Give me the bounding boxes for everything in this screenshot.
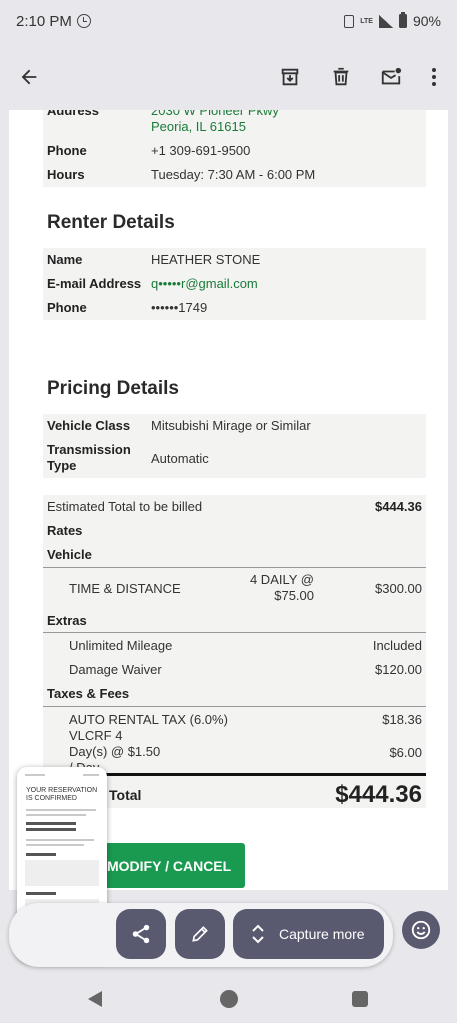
status-time: 2:10 PM bbox=[16, 13, 72, 30]
estimated-total-label: Estimated Total to be billed bbox=[47, 499, 203, 514]
thumb-line bbox=[26, 839, 94, 841]
battery-percent: 90% bbox=[412, 13, 441, 29]
nav-back-icon[interactable] bbox=[88, 991, 102, 1007]
estimated-total-value: $444.36 bbox=[375, 499, 422, 514]
mail-unread-icon bbox=[381, 67, 402, 85]
thumb-line bbox=[26, 853, 56, 856]
thumb-status bbox=[83, 774, 99, 776]
archive-button[interactable] bbox=[277, 64, 303, 90]
nav-home-icon[interactable] bbox=[220, 990, 238, 1008]
renter-phone-value: ••••••1749 bbox=[151, 300, 208, 315]
emoji-button[interactable] bbox=[402, 911, 440, 949]
thumb-line bbox=[26, 814, 86, 816]
divider bbox=[43, 632, 426, 633]
hours-label: Hours bbox=[47, 167, 85, 182]
battery-icon bbox=[398, 12, 407, 28]
pricing-details-title: Pricing Details bbox=[47, 378, 179, 399]
thumb-line bbox=[26, 828, 76, 831]
capture-more-label: Capture more bbox=[279, 926, 365, 942]
thumb-line bbox=[26, 822, 76, 825]
nav-recents-icon[interactable] bbox=[352, 991, 368, 1007]
share-button[interactable] bbox=[116, 909, 166, 959]
thumb-line bbox=[26, 844, 84, 846]
lte-icon: LTE bbox=[360, 17, 373, 25]
system-nav-bar bbox=[0, 975, 457, 1023]
thumb-status bbox=[25, 774, 45, 776]
renter-email-label: E-mail Address bbox=[47, 276, 142, 291]
divider bbox=[43, 706, 426, 707]
total-value: $444.36 bbox=[335, 781, 422, 808]
thumb-line bbox=[26, 809, 96, 811]
auto-tax-row: AUTO RENTAL TAX (6.0%) $18.36 bbox=[43, 712, 426, 727]
auto-tax-label: AUTO RENTAL TAX (6.0%) bbox=[69, 712, 228, 727]
taxes-fees-label: Taxes & Fees bbox=[47, 686, 130, 701]
modify-cancel-button[interactable]: MODIFY / CANCEL bbox=[105, 843, 245, 888]
smiley-icon bbox=[411, 920, 431, 940]
renter-email-value[interactable]: q•••••r@gmail.com bbox=[151, 276, 422, 291]
share-icon bbox=[132, 924, 150, 944]
transmission-value: Automatic bbox=[151, 450, 209, 466]
mark-unread-button[interactable] bbox=[378, 64, 404, 90]
archive-icon bbox=[281, 68, 299, 86]
waiver-row: Damage Waiver $120.00 bbox=[43, 662, 426, 677]
more-options-button[interactable] bbox=[421, 64, 447, 90]
mileage-row: Unlimited Mileage Included bbox=[43, 638, 426, 653]
capture-more-button[interactable]: Capture more bbox=[233, 909, 384, 959]
divider bbox=[43, 567, 426, 568]
trash-icon bbox=[333, 67, 349, 86]
vehicle-details: Vehicle Class Mitsubishi Mirage or Simil… bbox=[43, 414, 426, 478]
vlcrf-row: VLCRF 4 Day(s) @ $1.50 / Day $6.00 bbox=[43, 728, 426, 775]
renter-name-label: Name bbox=[47, 252, 83, 267]
time-distance-label: TIME & DISTANCE bbox=[69, 580, 181, 596]
back-button[interactable] bbox=[16, 64, 42, 90]
vehicle-label: Vehicle bbox=[47, 547, 92, 562]
rates-label: Rates bbox=[47, 523, 83, 538]
location-phone-value[interactable]: +1 309-691-9500 bbox=[151, 143, 422, 158]
thumb-title: YOUR RESERVATION IS CONFIRMED bbox=[26, 787, 98, 802]
location-phone-label: Phone bbox=[47, 143, 87, 158]
delete-button[interactable] bbox=[328, 64, 354, 90]
pricing-table: Estimated Total to be billed $444.36 Rat… bbox=[43, 495, 426, 808]
alarm-icon bbox=[77, 14, 91, 28]
status-bar: 2:10 PM LTE 90% bbox=[0, 0, 457, 44]
more-vert-icon bbox=[432, 68, 436, 86]
mileage-label: Unlimited Mileage bbox=[69, 638, 173, 653]
arrow-left-icon bbox=[21, 69, 37, 85]
vibrate-icon bbox=[344, 14, 355, 28]
vlcrf-value: $6.00 bbox=[389, 744, 422, 760]
time-distance-value: $300.00 bbox=[375, 580, 422, 596]
waiver-value: $120.00 bbox=[375, 662, 422, 677]
thumb-block bbox=[25, 860, 99, 886]
status-icons: LTE 90% bbox=[344, 12, 441, 29]
address-value[interactable]: 2030 W Pioneer Pkwy Peoria, IL 61615 bbox=[151, 110, 422, 135]
location-details: Address 2030 W Pioneer Pkwy Peoria, IL 6… bbox=[43, 110, 426, 187]
thumb-line bbox=[26, 892, 56, 895]
hours-value: Tuesday: 7:30 AM - 6:00 PM bbox=[151, 167, 316, 182]
edit-button[interactable] bbox=[175, 909, 225, 959]
expand-vertical-icon bbox=[252, 924, 264, 944]
renter-phone-label: Phone bbox=[47, 300, 87, 315]
waiver-label: Damage Waiver bbox=[69, 662, 162, 677]
signal-icon bbox=[378, 14, 393, 28]
vehicle-class-label: Vehicle Class bbox=[47, 418, 131, 433]
extras-label: Extras bbox=[47, 613, 87, 628]
transmission-label: Transmission Type bbox=[47, 442, 131, 473]
renter-details-title: Renter Details bbox=[47, 212, 175, 233]
time-distance-qty: 4 DAILY @ $75.00 bbox=[249, 572, 314, 603]
time-distance-row: TIME & DISTANCE 4 DAILY @ $75.00 $300.00 bbox=[43, 571, 426, 605]
address-label: Address bbox=[47, 110, 100, 118]
vehicle-class-value: Mitsubishi Mirage or Similar bbox=[151, 418, 311, 433]
pencil-icon bbox=[192, 926, 208, 942]
renter-details: Name HEATHER STONE E-mail Address q•••••… bbox=[43, 248, 426, 320]
mileage-value: Included bbox=[372, 638, 422, 653]
auto-tax-value: $18.36 bbox=[382, 712, 422, 727]
email-toolbar bbox=[0, 44, 457, 110]
renter-name-value: HEATHER STONE bbox=[151, 252, 261, 267]
